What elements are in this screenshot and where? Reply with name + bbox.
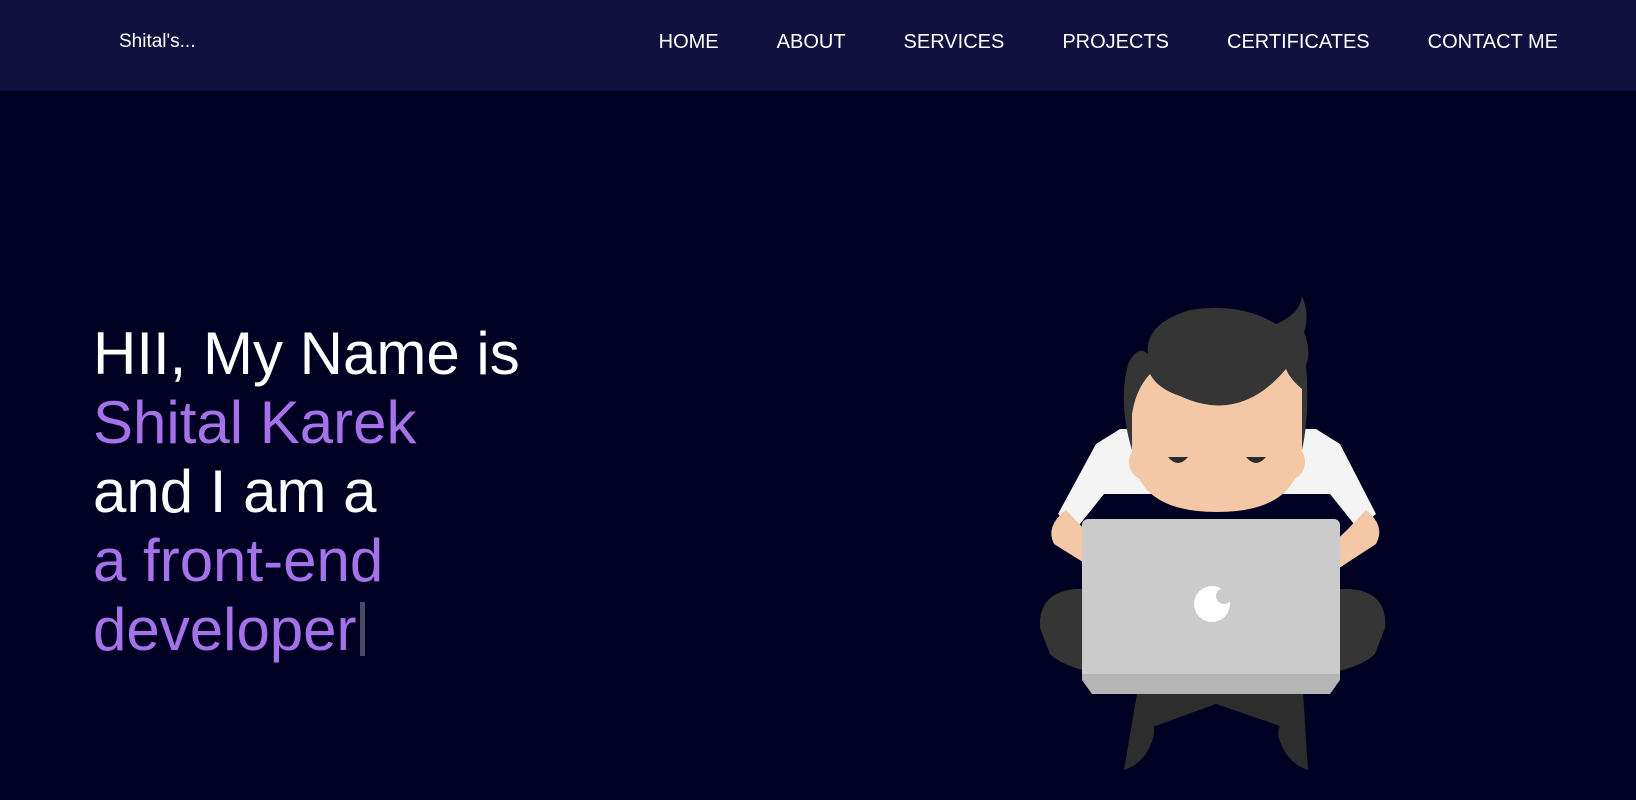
nav-projects[interactable]: PROJECTS (1062, 31, 1169, 53)
nav-about[interactable]: ABOUT (777, 31, 846, 53)
typing-cursor (359, 602, 365, 656)
hero-intro: and I am a (93, 458, 377, 525)
hero-name: Shital Karek (93, 389, 417, 456)
nav-home[interactable]: HOME (659, 31, 719, 53)
hero-text: HII, My Name is Shital Karek and I am a … (93, 319, 520, 664)
nav-links: HOME ABOUT SERVICES PROJECTS CERTIFICATE… (601, 31, 1558, 53)
hero-role-line2: developer (93, 596, 357, 663)
developer-with-laptop-illustration (1040, 296, 1386, 770)
nav-certificates[interactable]: CERTIFICATES (1227, 31, 1370, 53)
nav-services[interactable]: SERVICES (904, 31, 1005, 53)
hero-role-line1: a front-end (93, 527, 384, 594)
brand-logo[interactable]: Shital's... (119, 31, 196, 53)
hero-role-line2-wrap: developer (93, 595, 520, 664)
hero-section: HII, My Name is Shital Karek and I am a … (0, 91, 1636, 800)
navbar: Shital's... HOME ABOUT SERVICES PROJECTS… (0, 0, 1636, 91)
hero-greeting: HII, My Name is (93, 320, 520, 387)
nav-contact-me[interactable]: CONTACT ME (1428, 31, 1558, 53)
laptop (1082, 519, 1340, 694)
